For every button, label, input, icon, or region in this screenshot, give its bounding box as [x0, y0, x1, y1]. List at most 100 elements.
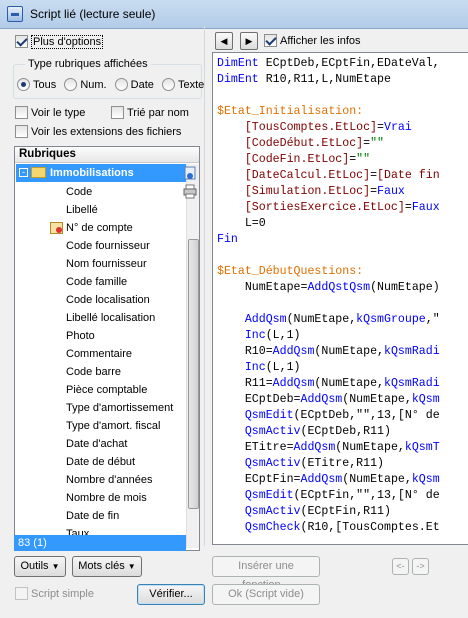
show-type-checkbox[interactable]: Voir le type [15, 106, 85, 119]
keywords-label: Mots clés [78, 560, 125, 572]
code-text[interactable]: DimEnt ECptDeb,ECptFin,EDateVal, DimEnt R… [217, 56, 440, 536]
radio-all-button[interactable] [17, 78, 30, 91]
show-info-check-box[interactable] [264, 34, 277, 47]
code-token: (NumEtape, [314, 377, 384, 390]
code-token: Inc [244, 361, 266, 374]
tree-item[interactable]: Pièce comptable [66, 381, 147, 399]
code-token: NumEtape= [217, 281, 308, 294]
code-line: QsmActiv(ECptFin,R11) [217, 504, 440, 520]
more-options-check-box[interactable] [15, 35, 28, 48]
tree-status: 83 (1) [14, 535, 186, 551]
code-token: "" [370, 137, 384, 150]
radio-num-button[interactable] [64, 78, 78, 91]
tree-item[interactable]: Date de fin [66, 507, 119, 525]
tree-item[interactable]: N° de compte [50, 219, 133, 237]
ok-button[interactable]: Ok (Script vide) [212, 584, 320, 605]
tree-item-label: N° de compte [66, 222, 133, 234]
keywords-button[interactable]: Mots clés ▼ [72, 556, 142, 577]
tree-item[interactable]: Code [66, 183, 92, 201]
tree-item[interactable]: Libellé localisation [66, 309, 155, 327]
prev-button[interactable]: ◀ [215, 32, 233, 50]
tree-item-label: Date d'achat [66, 438, 128, 450]
info-icon[interactable] [183, 165, 199, 181]
tree-item[interactable]: Code barre [66, 363, 121, 381]
key-field-icon [50, 222, 63, 235]
fields-tree[interactable]: Rubriques - Immobilisations Code Libellé N… [14, 146, 200, 551]
tree-item[interactable]: Type d'amort. fiscal [66, 417, 160, 435]
tree-item[interactable]: Code famille [66, 273, 127, 291]
splitter[interactable] [204, 26, 208, 546]
tools-button[interactable]: Outils ▼ [14, 556, 66, 577]
tree-item[interactable]: Date de début [66, 453, 135, 471]
code-token: R10,R11,L,NumEtape [258, 73, 391, 86]
code-token: (ECptFin,"",13,[N° de [293, 489, 440, 502]
tree-item[interactable]: Libellé [66, 201, 98, 219]
tree-item[interactable]: Commentaire [66, 345, 132, 363]
simple-script-label: Script simple [31, 587, 94, 600]
simple-script-check-box[interactable] [15, 587, 28, 600]
tree-item[interactable]: Nom fournisseur [66, 255, 147, 273]
show-extensions-checkbox[interactable]: Voir les extensions des fichiers [15, 125, 181, 138]
forward-button[interactable]: -> [412, 558, 429, 575]
tree-item[interactable]: Code localisation [66, 291, 150, 309]
tree-item[interactable]: Code fournisseur [66, 237, 150, 255]
show-info-checkbox[interactable]: Afficher les infos [264, 34, 361, 47]
show-type-label: Voir le type [31, 106, 86, 119]
code-token: ECptDeb= [217, 393, 301, 406]
show-extensions-check-box[interactable] [15, 125, 28, 138]
code-token: R11= [217, 377, 273, 390]
sort-by-name-check-box[interactable] [111, 106, 124, 119]
code-token: kQsmRadi [384, 345, 440, 358]
tree-item-label: Nombre d'années [66, 474, 153, 486]
tree-item-label: Code fournisseur [66, 240, 150, 252]
tree-item-label: Code famille [66, 276, 128, 288]
code-line: AddQsm(NumEtape,kQsmGroupe," [217, 312, 440, 328]
code-line: Inc(L,1) [217, 360, 440, 376]
radio-date-button[interactable] [114, 78, 128, 91]
next-button[interactable]: ▶ [240, 32, 258, 50]
code-editor[interactable]: DimEnt ECptDeb,ECptFin,EDateVal, DimEnt R… [212, 52, 468, 545]
tree-item-label: Code [66, 186, 93, 198]
code-line: [CodeDébut.EtLoc]="" [217, 136, 440, 152]
tree-item[interactable]: Nombre d'années [66, 471, 153, 489]
code-line: [Simulation.EtLoc]=Faux [217, 184, 440, 200]
code-line: [SortiesExercice.EtLoc]=Faux [217, 200, 440, 216]
radio-all-label: Tous [33, 78, 57, 91]
radio-date[interactable]: Date [114, 78, 154, 91]
tree-scrollbar[interactable] [186, 164, 199, 548]
insert-function-button[interactable]: Insérer une fonction... [212, 556, 320, 591]
code-line: QsmCheck(R10,[TousComptes.Et [217, 520, 440, 536]
verify-button[interactable]: Vérifier... [137, 584, 205, 605]
radio-all[interactable]: Tous [17, 78, 57, 91]
tree-item[interactable]: Type d'amortissement [66, 399, 173, 417]
tree-item-label: Photo [66, 330, 95, 342]
tree-scroll-thumb[interactable] [188, 239, 199, 509]
code-token: (NumEtape, [342, 473, 412, 486]
sort-by-name-checkbox[interactable]: Trié par nom [111, 106, 189, 119]
code-token: (ETitre,R11) [300, 457, 385, 470]
radio-text-button[interactable] [161, 78, 175, 91]
code-token: $Etat_DébutQuestions: [217, 265, 364, 278]
simple-script-checkbox[interactable]: Script simple [15, 587, 94, 600]
tree-root-item[interactable]: - Immobilisations [16, 164, 188, 182]
radio-text[interactable]: Texte [161, 78, 204, 91]
tree-item[interactable]: Date d'achat [66, 435, 127, 453]
back-button[interactable]: <- [392, 558, 409, 575]
more-options-checkbox[interactable]: Plus d'options [15, 34, 104, 49]
tree-item[interactable]: Photo [66, 327, 95, 345]
tree-item[interactable]: Nombre de mois [66, 489, 147, 507]
code-token: = [377, 121, 384, 134]
show-type-check-box[interactable] [15, 106, 28, 119]
radio-num[interactable]: Num. [64, 78, 107, 91]
code-line: ECptDeb=AddQsm(NumEtape,kQsm [217, 392, 440, 408]
radio-num-label: Num. [80, 78, 107, 91]
collapse-icon[interactable]: - [19, 168, 28, 177]
code-token: Faux [377, 185, 405, 198]
tree-item-label: Code barre [66, 366, 122, 378]
code-token: [SortiesExercice.EtLoc] [217, 201, 405, 214]
tree-item-label: Date de début [66, 456, 136, 468]
print-icon[interactable] [183, 183, 199, 199]
